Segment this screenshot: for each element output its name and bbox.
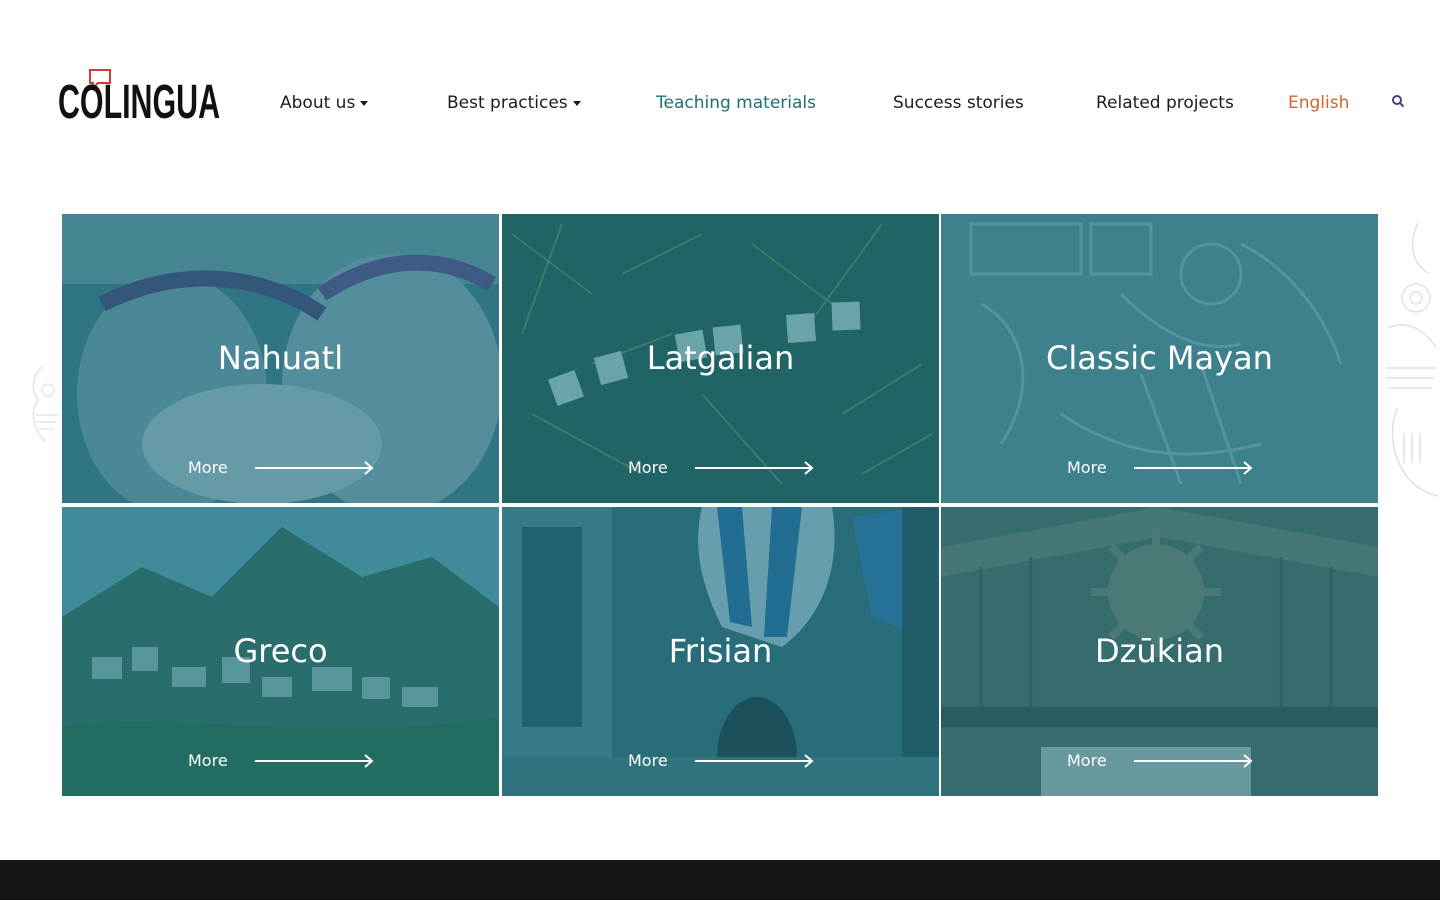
more-link[interactable]: More (1067, 750, 1107, 772)
nav-item-best-practices[interactable]: Best practices (447, 91, 581, 115)
site-header: COLINGUA About us Best practices Teachin… (0, 0, 1440, 200)
more-link[interactable]: More (188, 457, 228, 479)
language-card-classic-mayan[interactable]: Classic Mayan More (941, 214, 1378, 503)
card-title: Greco (233, 632, 328, 670)
language-card-nahuatl[interactable]: Nahuatl More (62, 214, 499, 503)
nav-item-teaching-materials[interactable]: Teaching materials (656, 91, 816, 115)
card-title: Classic Mayan (1046, 339, 1273, 377)
nav-item-about-us[interactable]: About us (280, 91, 369, 115)
arrow-right-icon[interactable] (1134, 754, 1254, 768)
nav-label: About us (280, 93, 356, 113)
search-icon[interactable] (1391, 94, 1405, 108)
card-title: Frisian (668, 632, 773, 670)
caret-down-icon (360, 100, 369, 106)
arrow-right-icon[interactable] (1134, 461, 1254, 475)
more-link[interactable]: More (1067, 457, 1107, 479)
caret-down-icon (572, 100, 581, 106)
more-link[interactable]: More (628, 750, 668, 772)
language-card-latgalian[interactable]: Latgalian More (502, 214, 939, 503)
language-card-dzukian[interactable]: Dzūkian More (941, 507, 1378, 796)
decorative-illustration-right (1386, 222, 1439, 497)
site-footer (0, 860, 1440, 900)
more-link[interactable]: More (628, 457, 668, 479)
card-title: Latgalian (646, 339, 795, 377)
card-title: Nahuatl (217, 339, 344, 377)
language-card-greco[interactable]: Greco More (62, 507, 499, 796)
arrow-right-icon[interactable] (255, 461, 375, 475)
arrow-right-icon[interactable] (695, 461, 815, 475)
nav-item-related-projects[interactable]: Related projects (1096, 91, 1234, 115)
decorative-illustration-left (32, 364, 58, 443)
nav-label: Teaching materials (656, 93, 816, 113)
language-card-frisian[interactable]: Frisian More (502, 507, 939, 796)
language-card-grid: Nahuatl More Latgalian More Classic Maya… (62, 214, 1378, 796)
main-nav: About us Best practices Teaching materia… (0, 91, 1440, 115)
arrow-right-icon[interactable] (695, 754, 815, 768)
more-link[interactable]: More (188, 750, 228, 772)
nav-label: Success stories (893, 93, 1024, 113)
card-title: Dzūkian (1094, 632, 1225, 670)
language-selector[interactable]: English (1288, 91, 1349, 115)
nav-item-success-stories[interactable]: Success stories (893, 91, 1024, 115)
nav-label: Related projects (1096, 93, 1234, 113)
nav-label: Best practices (447, 93, 568, 113)
arrow-right-icon[interactable] (255, 754, 375, 768)
